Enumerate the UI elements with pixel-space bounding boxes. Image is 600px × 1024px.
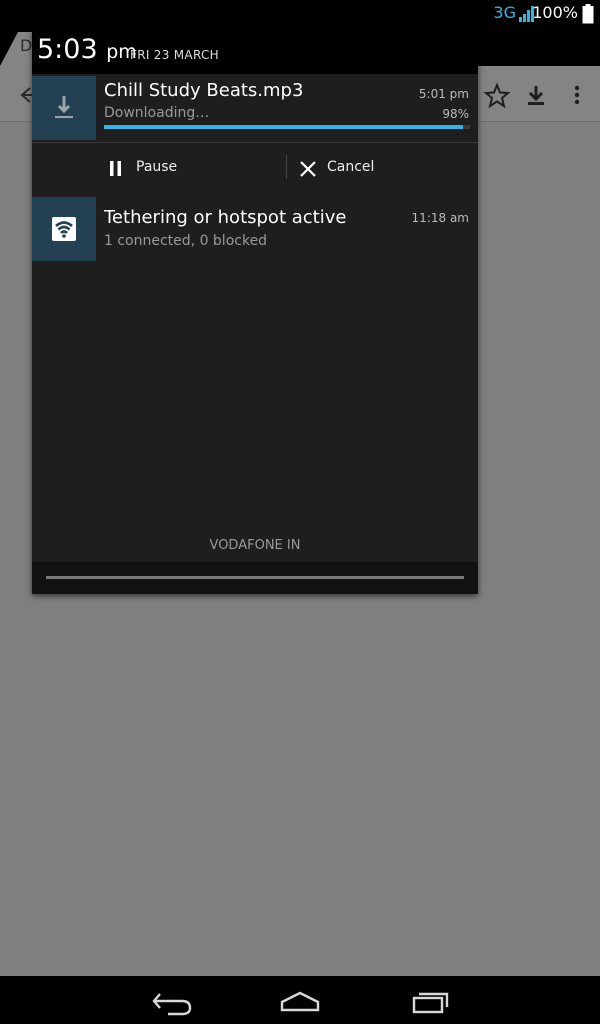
tethering-time: 11:18 am xyxy=(411,211,469,225)
battery-icon xyxy=(582,4,594,24)
network-type-label: 3G xyxy=(493,3,516,22)
battery-percent-label: 100% xyxy=(532,3,578,22)
notification-panel: 5:03 pm FRI 23 MARCH Chill Study Beats.m… xyxy=(32,30,478,594)
tethering-notification-icon-box xyxy=(32,197,96,261)
panel-drag-handle[interactable] xyxy=(46,576,464,579)
download-icon xyxy=(528,86,544,105)
clock-date[interactable]: FRI 23 MARCH xyxy=(130,48,219,62)
download-progress-fill xyxy=(104,125,463,129)
clock: 5:03 pm xyxy=(37,34,137,65)
download-percent: 98% xyxy=(442,107,469,121)
tethering-title: Tethering or hotspot active xyxy=(104,207,347,228)
carrier-label: VODAFONE IN xyxy=(209,538,301,553)
panel-footer[interactable] xyxy=(32,562,478,594)
pause-button[interactable]: Pause xyxy=(96,143,286,197)
clock-time: 5:03 xyxy=(37,34,98,65)
download-notification[interactable]: Chill Study Beats.mp3 5:01 pm Downloadin… xyxy=(32,76,478,142)
close-icon xyxy=(300,161,316,177)
back-icon[interactable] xyxy=(142,984,202,1018)
pause-icon xyxy=(110,161,121,176)
download-status: Downloading… xyxy=(104,105,210,121)
navigation-bar xyxy=(0,976,600,1024)
cancel-label: Cancel xyxy=(327,159,375,175)
download-icon xyxy=(55,96,73,118)
download-actions: Pause Cancel xyxy=(32,143,478,197)
panel-header: 5:03 pm FRI 23 MARCH xyxy=(32,30,478,74)
status-bar: 3G 100% xyxy=(0,0,600,30)
wifi-hotspot-icon xyxy=(52,217,76,241)
download-time: 5:01 pm xyxy=(418,87,469,101)
download-title: Chill Study Beats.mp3 xyxy=(104,80,304,101)
cancel-button[interactable]: Cancel xyxy=(287,143,478,197)
tethering-notification[interactable]: Tethering or hotspot active 11:18 am 1 c… xyxy=(32,197,478,261)
overflow-menu-icon xyxy=(574,85,580,105)
recent-apps-icon[interactable] xyxy=(400,984,460,1018)
home-icon[interactable] xyxy=(270,984,330,1018)
star-icon xyxy=(483,82,511,109)
pause-label: Pause xyxy=(136,159,178,175)
background-tab-label: D xyxy=(20,36,33,55)
download-progress-bar xyxy=(104,125,470,129)
tethering-subtitle: 1 connected, 0 blocked xyxy=(104,233,268,249)
download-notification-icon-box xyxy=(32,76,96,140)
